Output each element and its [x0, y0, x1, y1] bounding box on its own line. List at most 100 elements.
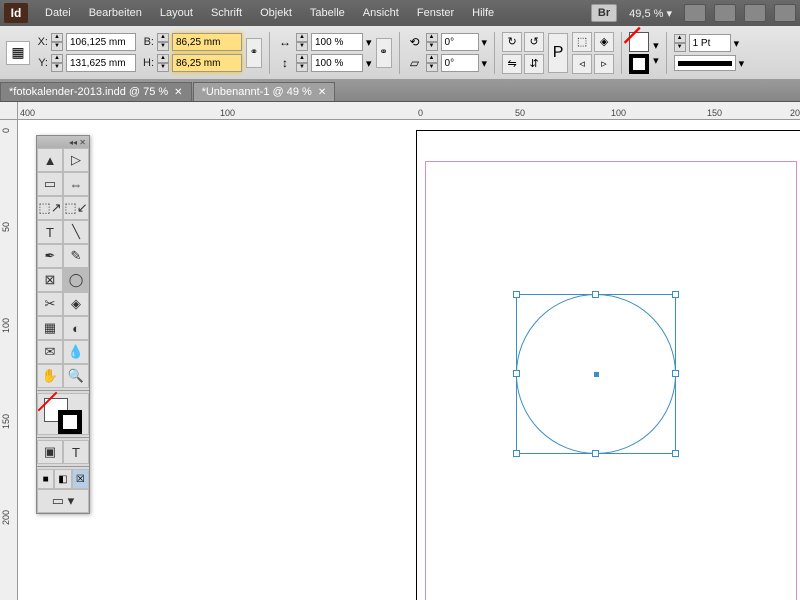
select-content-icon[interactable]: ◈ — [594, 32, 614, 52]
rotation-spinner[interactable]: ▲▼ — [426, 33, 438, 51]
resize-handle-tr[interactable] — [672, 291, 679, 298]
hand-tool-icon[interactable]: ✋ — [37, 364, 63, 388]
close-icon[interactable]: ✕ — [318, 87, 326, 98]
resize-handle-tm[interactable] — [592, 291, 599, 298]
close-icon[interactable]: ✕ — [174, 87, 182, 98]
w-spinner[interactable]: ▲▼ — [157, 33, 169, 51]
view-options-icon[interactable] — [684, 4, 706, 22]
free-transform-tool-icon[interactable]: ◈ — [63, 292, 89, 316]
gradient-feather-tool-icon[interactable]: ◐ — [63, 316, 89, 340]
p-icon[interactable]: P — [548, 33, 568, 73]
menu-schrift[interactable]: Schrift — [202, 3, 251, 23]
eyedropper-tool-icon[interactable]: 💧 — [63, 340, 89, 364]
rotate-ccw-icon[interactable]: ↺ — [524, 32, 544, 52]
zoom-level[interactable]: 49,5 % ▾ — [625, 7, 676, 20]
apply-gradient-icon[interactable]: ◧ — [54, 469, 71, 489]
chevron-down-icon[interactable]: ▾ — [482, 36, 488, 49]
constrain-wh-icon[interactable]: ⚭ — [246, 38, 262, 68]
chevron-down-icon[interactable]: ▾ — [653, 54, 659, 67]
selection-bounding-box[interactable] — [516, 294, 676, 454]
y-spinner[interactable]: ▲▼ — [51, 54, 63, 72]
select-prev-icon[interactable]: ◃ — [572, 54, 592, 74]
stroke-weight-field[interactable] — [689, 34, 731, 52]
chevron-down-icon[interactable]: ▾ — [482, 57, 488, 70]
bridge-button[interactable]: Br — [591, 4, 617, 22]
resize-handle-bl[interactable] — [513, 450, 520, 457]
apply-color-icon[interactable]: ■ — [37, 469, 54, 489]
flip-v-icon[interactable]: ⇵ — [524, 54, 544, 74]
chevron-down-icon[interactable]: ▾ — [653, 39, 659, 52]
tools-panel[interactable]: ◂◂ ✕ ▲ ▷ ▭ ⇔ ⬚↗ ⬚↙ T ╲ ✒ ✎ ⊠ ◯ ✂ ◈ ▦ ◐ ✉… — [36, 135, 90, 514]
content-placer-tool-icon[interactable]: ⬚↙ — [63, 196, 89, 220]
fill-swatch[interactable] — [629, 32, 649, 52]
direct-selection-tool-icon[interactable]: ▷ — [63, 148, 89, 172]
document-canvas[interactable] — [18, 120, 800, 600]
width-field[interactable] — [172, 33, 242, 51]
ruler-horizontal[interactable]: 400 100 0 50 100 150 200 — [18, 102, 800, 120]
ruler-origin[interactable] — [0, 102, 18, 120]
scissors-tool-icon[interactable]: ✂ — [37, 292, 63, 316]
pencil-tool-icon[interactable]: ✎ — [63, 244, 89, 268]
apply-none-icon[interactable]: ☒ — [72, 469, 89, 489]
chevron-down-icon[interactable]: ▾ — [366, 36, 372, 49]
reference-point-icon[interactable]: ▦ — [6, 41, 30, 65]
screen-mode-icon[interactable] — [714, 4, 736, 22]
panel-header[interactable]: ◂◂ ✕ — [37, 136, 89, 148]
menu-bearbeiten[interactable]: Bearbeiten — [80, 3, 151, 23]
chevron-down-icon[interactable]: ▾ — [734, 37, 740, 50]
chevron-down-icon[interactable]: ▾ — [739, 57, 745, 70]
selection-center-icon[interactable] — [594, 372, 599, 377]
stroke-color-icon[interactable] — [58, 410, 82, 434]
x-spinner[interactable]: ▲▼ — [51, 33, 63, 51]
chevron-down-icon[interactable]: ▾ — [366, 57, 372, 70]
gradient-swatch-tool-icon[interactable]: ▦ — [37, 316, 63, 340]
gap-tool-icon[interactable]: ⇔ — [63, 172, 89, 196]
tab-fotokalender[interactable]: *fotokalender-2013.indd @ 75 % ✕ — [0, 82, 192, 101]
resize-handle-tl[interactable] — [513, 291, 520, 298]
flip-h-icon[interactable]: ⇋ — [502, 54, 522, 74]
scale-x-field[interactable] — [311, 33, 363, 51]
selection-tool-icon[interactable]: ▲ — [37, 148, 63, 172]
scale-y-spinner[interactable]: ▲▼ — [296, 54, 308, 72]
type-tool-icon[interactable]: T — [37, 220, 63, 244]
formatting-container-icon[interactable]: ▣ — [37, 440, 63, 464]
menu-tabelle[interactable]: Tabelle — [301, 3, 354, 23]
page-tool-icon[interactable]: ▭ — [37, 172, 63, 196]
line-tool-icon[interactable]: ╲ — [63, 220, 89, 244]
formatting-text-icon[interactable]: T — [63, 440, 89, 464]
resize-handle-bm[interactable] — [592, 450, 599, 457]
resize-handle-ml[interactable] — [513, 370, 520, 377]
stroke-style-dropdown[interactable] — [674, 55, 736, 71]
arrange-docs-icon[interactable] — [744, 4, 766, 22]
stroke-weight-spinner[interactable]: ▲▼ — [674, 34, 686, 52]
shear-spinner[interactable]: ▲▼ — [426, 54, 438, 72]
resize-handle-br[interactable] — [672, 450, 679, 457]
zoom-tool-icon[interactable]: 🔍 — [63, 364, 89, 388]
select-next-icon[interactable]: ▹ — [594, 54, 614, 74]
constrain-scale-icon[interactable]: ⚭ — [376, 38, 392, 68]
shear-field[interactable] — [441, 54, 479, 72]
note-tool-icon[interactable]: ✉ — [37, 340, 63, 364]
menu-objekt[interactable]: Objekt — [251, 3, 301, 23]
menu-fenster[interactable]: Fenster — [408, 3, 463, 23]
resize-handle-mr[interactable] — [672, 370, 679, 377]
view-mode-icon[interactable]: ▭ ▾ — [37, 489, 89, 513]
y-field[interactable] — [66, 54, 136, 72]
scale-y-field[interactable] — [311, 54, 363, 72]
ruler-vertical[interactable]: 0 50 100 150 200 — [0, 120, 18, 600]
menu-layout[interactable]: Layout — [151, 3, 202, 23]
tab-unbenannt[interactable]: *Unbenannt-1 @ 49 % ✕ — [193, 82, 336, 101]
rectangle-frame-tool-icon[interactable]: ⊠ — [37, 268, 63, 292]
workspace-switcher-icon[interactable] — [774, 4, 796, 22]
ellipse-tool-icon[interactable]: ◯ — [63, 268, 89, 292]
fill-stroke-swatch[interactable] — [37, 393, 89, 435]
scale-x-spinner[interactable]: ▲▼ — [296, 33, 308, 51]
pen-tool-icon[interactable]: ✒ — [37, 244, 63, 268]
rotate-cw-icon[interactable]: ↻ — [502, 32, 522, 52]
menu-ansicht[interactable]: Ansicht — [354, 3, 408, 23]
rotation-field[interactable] — [441, 33, 479, 51]
height-field[interactable] — [172, 54, 242, 72]
menu-hilfe[interactable]: Hilfe — [463, 3, 503, 23]
content-collector-tool-icon[interactable]: ⬚↗ — [37, 196, 63, 220]
x-field[interactable] — [66, 33, 136, 51]
